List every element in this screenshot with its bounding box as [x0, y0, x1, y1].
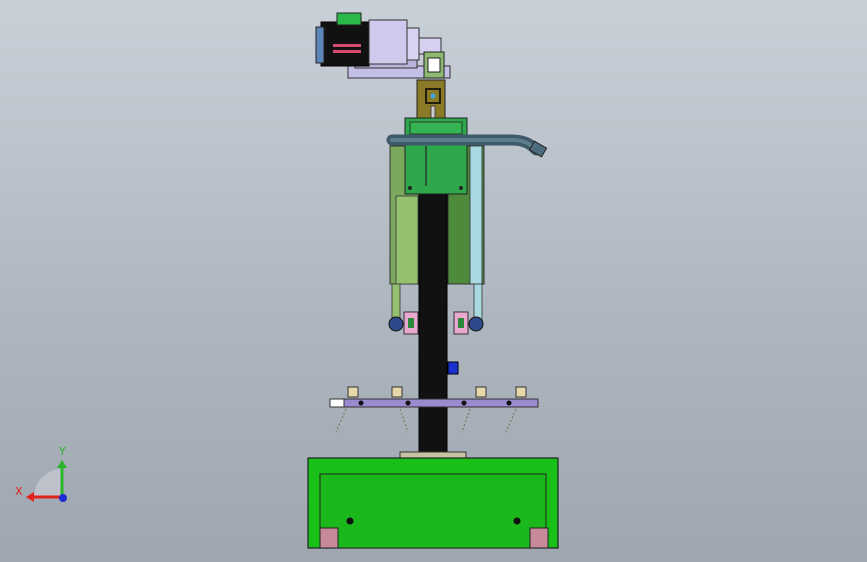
base-cabinet[interactable] — [307, 457, 559, 549]
assembly-model[interactable]: X Y — [0, 0, 867, 562]
carriage-bolt — [408, 186, 412, 190]
y-axis-arrow — [57, 460, 67, 468]
gearbox — [368, 19, 408, 65]
bracket-pin — [430, 105, 436, 119]
x-axis-label: X — [15, 485, 23, 498]
triad-plane — [34, 469, 62, 497]
blue-sensor-block[interactable] — [447, 361, 459, 375]
motor-end-cap — [315, 26, 325, 64]
bracket-bolt — [430, 93, 436, 99]
upper-bracket[interactable] — [416, 79, 446, 119]
x-axis-arrow — [26, 492, 34, 502]
z-axis-dot — [59, 494, 67, 502]
column-base-flange — [399, 451, 467, 459]
right-rod — [473, 283, 483, 323]
coupling-window — [427, 57, 441, 73]
vertical-column[interactable] — [418, 189, 448, 459]
orientation-triad[interactable]: X Y — [15, 445, 67, 502]
carriage-bolt — [459, 186, 463, 190]
cad-viewport[interactable]: X Y — [0, 0, 867, 562]
left-rod — [391, 283, 401, 323]
rail-end-cap — [329, 398, 345, 408]
left-gripper-window — [408, 318, 414, 328]
door-handle — [513, 517, 521, 525]
left-side-panel-inner — [395, 195, 419, 285]
motor-assembly[interactable] — [315, 12, 451, 79]
left-caster — [319, 527, 339, 549]
left-cup — [388, 316, 404, 332]
right-gripper-window — [458, 318, 464, 328]
right-cup — [468, 316, 484, 332]
carriage[interactable] — [404, 117, 468, 195]
motor-label-stripe — [333, 50, 361, 53]
gearbox-flange — [406, 27, 420, 61]
right-guide-rail — [469, 145, 483, 285]
y-axis-label: Y — [58, 445, 66, 458]
motor-label-stripe — [333, 44, 361, 47]
right-caster — [529, 527, 549, 549]
carriage-top-plate — [409, 121, 463, 135]
cabinet-door — [319, 473, 547, 549]
motor-connector — [336, 12, 362, 26]
door-handle — [346, 517, 354, 525]
